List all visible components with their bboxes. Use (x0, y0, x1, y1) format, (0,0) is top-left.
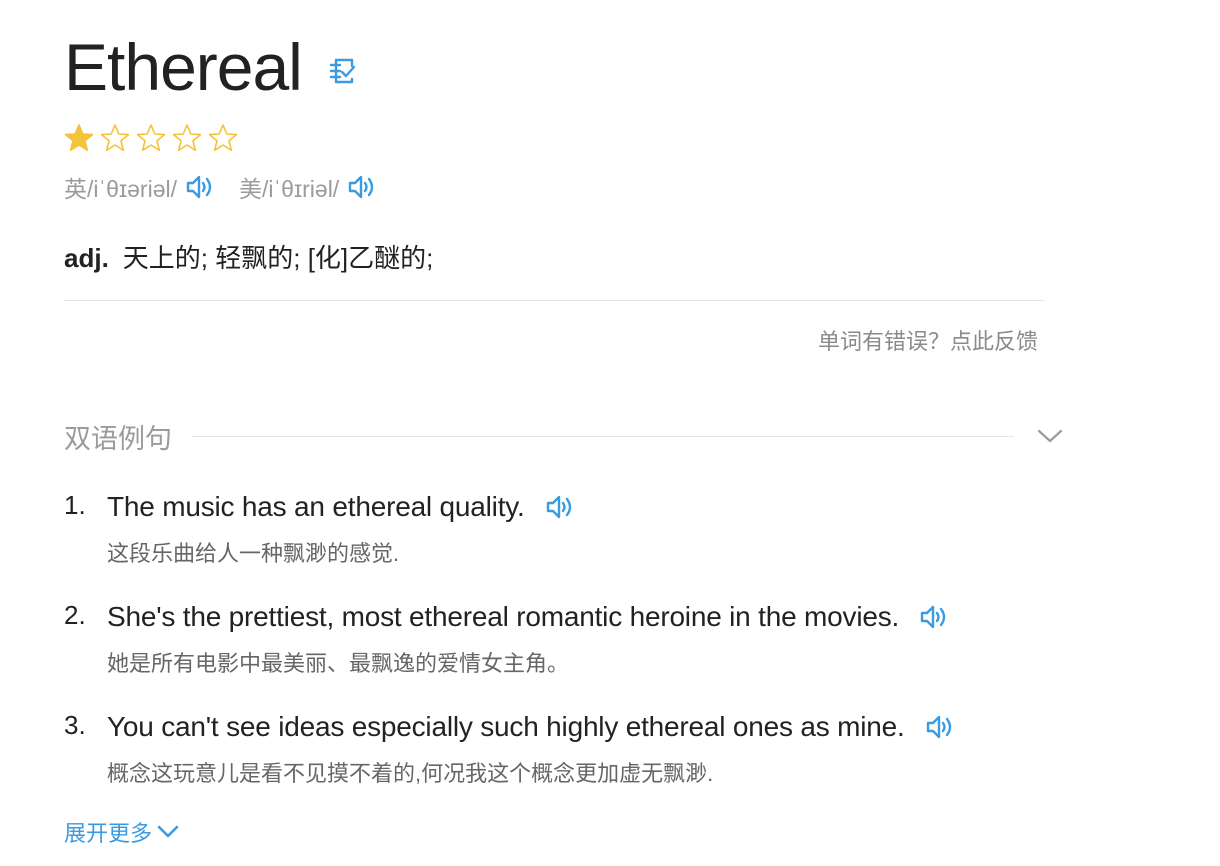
phonetic-uk-text: 英/iˈθɪəriəl/ (64, 176, 177, 202)
examples-section-title: 双语例句 (64, 423, 172, 454)
show-more-label: 展开更多 (64, 821, 153, 846)
part-of-speech: adj. (64, 243, 109, 273)
example-english: You can't see ideas especially such high… (107, 711, 905, 742)
speaker-icon[interactable] (543, 491, 577, 523)
add-to-wordbook-icon[interactable] (324, 53, 360, 89)
examples-section-header: 双语例句 (64, 416, 1064, 456)
example-translation: 她是所有电影中最美丽、最飘逸的爱情女主角。 (107, 651, 570, 676)
example-english-row: She's the prettiest, most ethereal roman… (107, 596, 951, 638)
divider (64, 300, 1044, 301)
example-number: 2. (64, 600, 86, 630)
speaker-icon[interactable] (345, 171, 379, 203)
dictionary-entry-page: Ethereal 英/iˈθɪəriəl/ 美/iˈθɪriəl/ adj. 天… (0, 0, 1220, 866)
phonetic-us-text: 美/iˈθɪriəl/ (239, 176, 340, 202)
speaker-icon[interactable] (917, 601, 951, 633)
phonetic-uk: 英/iˈθɪəriəl/ (64, 170, 217, 204)
example-translation: 概念这玩意儿是看不见摸不着的,何况我这个概念更加虚无飘渺. (107, 761, 714, 786)
feedback-link[interactable]: 单词有错误？点此反馈 (818, 324, 1038, 356)
example-item: 2. She's the prettiest, most ethereal ro… (64, 596, 1164, 706)
example-english-row: You can't see ideas especially such high… (107, 706, 957, 748)
example-item: 1. The music has an ethereal quality. 这段… (64, 486, 1164, 596)
example-item: 3. You can't see ideas especially such h… (64, 706, 1164, 816)
show-more-link[interactable]: 展开更多 (64, 816, 180, 848)
definition-meaning: 天上的; 轻飘的; [化]乙醚的; (122, 243, 434, 273)
phonetic-us: 美/iˈθɪriəl/ (239, 170, 379, 204)
phonetics: 英/iˈθɪəriəl/ 美/iˈθɪriəl/ (64, 170, 401, 204)
example-translation: 这段乐曲给人一种飘渺的感觉. (107, 541, 400, 566)
speaker-icon[interactable] (923, 711, 957, 743)
chevron-down-icon[interactable] (1036, 422, 1064, 450)
example-english-row: The music has an ethereal quality. (107, 486, 577, 528)
section-divider (192, 435, 1014, 437)
star-empty-icon (135, 122, 167, 154)
chevron-down-icon (156, 824, 180, 840)
star-empty-icon (171, 122, 203, 154)
example-english: The music has an ethereal quality. (107, 491, 525, 522)
star-empty-icon (207, 122, 239, 154)
example-sentences: 1. The music has an ethereal quality. 这段… (64, 486, 1164, 816)
headword: Ethereal (64, 30, 303, 104)
star-filled-icon (63, 122, 95, 154)
example-number: 1. (64, 490, 86, 520)
speaker-icon[interactable] (183, 171, 217, 203)
star-empty-icon (99, 122, 131, 154)
example-number: 3. (64, 710, 86, 740)
frequency-rating (63, 122, 239, 154)
word-header: Ethereal (64, 24, 360, 110)
example-english: She's the prettiest, most ethereal roman… (107, 601, 900, 632)
definition: adj. 天上的; 轻飘的; [化]乙醚的; (64, 238, 433, 275)
